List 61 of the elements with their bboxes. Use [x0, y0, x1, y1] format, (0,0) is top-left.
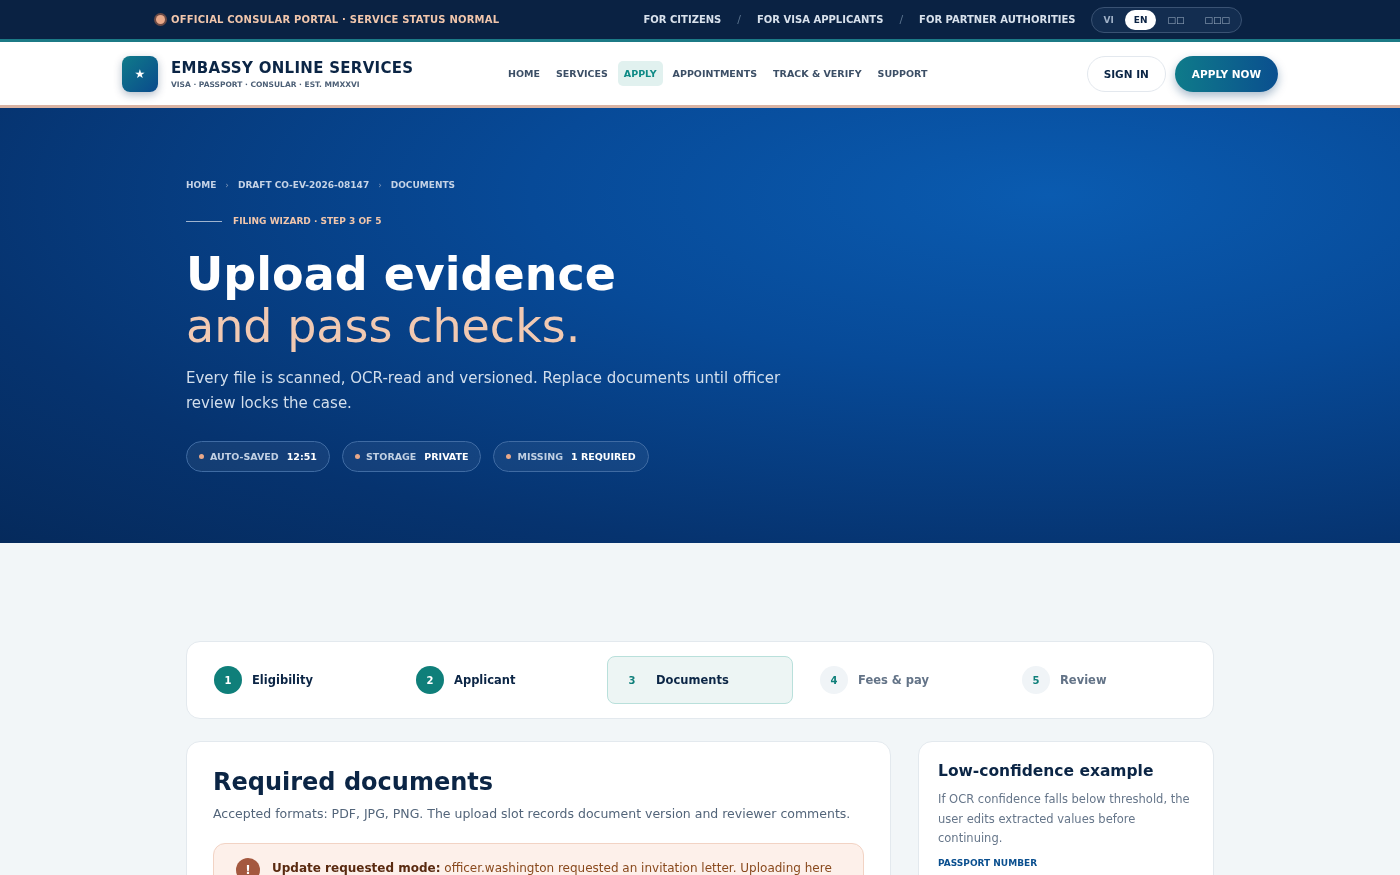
- alert-icon: !: [236, 858, 260, 875]
- card-title: Low-confidence example: [938, 762, 1155, 780]
- step-number: 2: [416, 666, 444, 694]
- nav-link[interactable]: APPOINTMENTS: [666, 61, 764, 86]
- hero-title: Upload evidence: [186, 248, 617, 300]
- section-description: Accepted formats: PDF, JPG, PNG. The upload slot records document version and reviewer comments.: [213, 806, 852, 821]
- sign-in-button[interactable]: SIGN IN: [1086, 55, 1166, 92]
- wizard-step[interactable]: 4 Fees & pay: [809, 656, 995, 704]
- step-label: Review: [1060, 673, 1107, 687]
- chip-dot: [506, 454, 512, 459]
- language-option[interactable]: □□: [1158, 9, 1194, 30]
- language-option[interactable]: EN: [1124, 9, 1157, 30]
- language-option[interactable]: □□□: [1195, 9, 1239, 30]
- breadcrumb-separator: ›: [225, 180, 229, 190]
- step-number: 1: [214, 666, 242, 694]
- brand-name: EMBASSY ONLINE SERVICES: [171, 58, 414, 77]
- star-logo-icon: ★: [122, 55, 158, 92]
- step-number: 4: [820, 666, 848, 694]
- audience-link[interactable]: FOR VISA APPLICANTS: [757, 14, 884, 25]
- separator: /: [899, 13, 904, 26]
- step-label: Applicant: [454, 673, 516, 687]
- portal-status-notice: OFFICIAL CONSULAR PORTAL · SERVICE STATUS NORMAL: [171, 14, 500, 25]
- section-title: Required documents: [213, 768, 494, 796]
- chip-value: PRIVATE: [424, 451, 469, 462]
- language-option[interactable]: VI: [1094, 9, 1123, 30]
- chip-label: STORAGE: [366, 451, 417, 462]
- step-number: 5: [1022, 666, 1050, 694]
- alert-message: Update requested mode: officer.washington requested an invitation letter. Uploading here: [272, 860, 832, 875]
- wizard-step[interactable]: 1 Eligibility: [203, 656, 389, 704]
- step-label: Documents: [656, 673, 729, 687]
- audience-link[interactable]: FOR PARTNER AUTHORITIES: [919, 14, 1076, 25]
- separator: /: [737, 13, 741, 26]
- card-description: If OCR confidence falls below threshold, the user edits extracted values before continuing.: [938, 791, 1191, 847]
- nav-link[interactable]: APPLY: [617, 61, 663, 86]
- apply-now-button[interactable]: APPLY NOW: [1174, 55, 1278, 92]
- breadcrumb-separator: ›: [378, 180, 382, 190]
- nav-link[interactable]: TRACK & VERIFY: [767, 61, 868, 86]
- step-number: 3: [627, 673, 637, 688]
- wizard-step-label: FILING WIZARD · STEP 3 OF 5: [233, 216, 382, 226]
- chip-dot: [199, 454, 204, 459]
- step-label: Eligibility: [252, 673, 313, 687]
- status-dot: [156, 15, 165, 24]
- breadcrumb-link[interactable]: HOME: [186, 180, 217, 190]
- chip-label: AUTO-SAVED: [210, 451, 279, 462]
- breadcrumb-link[interactable]: DOCUMENTS: [390, 180, 456, 190]
- chip-dot: [355, 454, 360, 459]
- nav-link[interactable]: HOME: [502, 61, 546, 86]
- nav-link[interactable]: SUPPORT: [871, 61, 934, 86]
- chip-value: 1 REQUIRED: [571, 451, 636, 462]
- breadcrumb-link[interactable]: DRAFT CO-EV-2026-08147: [237, 180, 370, 190]
- wizard-step[interactable]: 3 Documents: [607, 656, 793, 704]
- chip-label: MISSING: [517, 451, 563, 462]
- field-label: PASSPORT NUMBER: [938, 857, 1039, 868]
- wizard-step[interactable]: 5 Review: [1011, 656, 1197, 704]
- chip-value: 12:51: [286, 451, 317, 462]
- nav-link[interactable]: SERVICES: [550, 61, 614, 86]
- step-label: Fees & pay: [858, 673, 929, 687]
- wizard-step[interactable]: 2 Applicant: [405, 656, 591, 704]
- audience-link[interactable]: FOR CITIZENS: [643, 14, 722, 25]
- hero-description: Every file is scanned, OCR-read and versioned. Replace documents until officer review locks the case.: [186, 368, 782, 414]
- hero-subtitle: and pass checks.: [186, 300, 582, 352]
